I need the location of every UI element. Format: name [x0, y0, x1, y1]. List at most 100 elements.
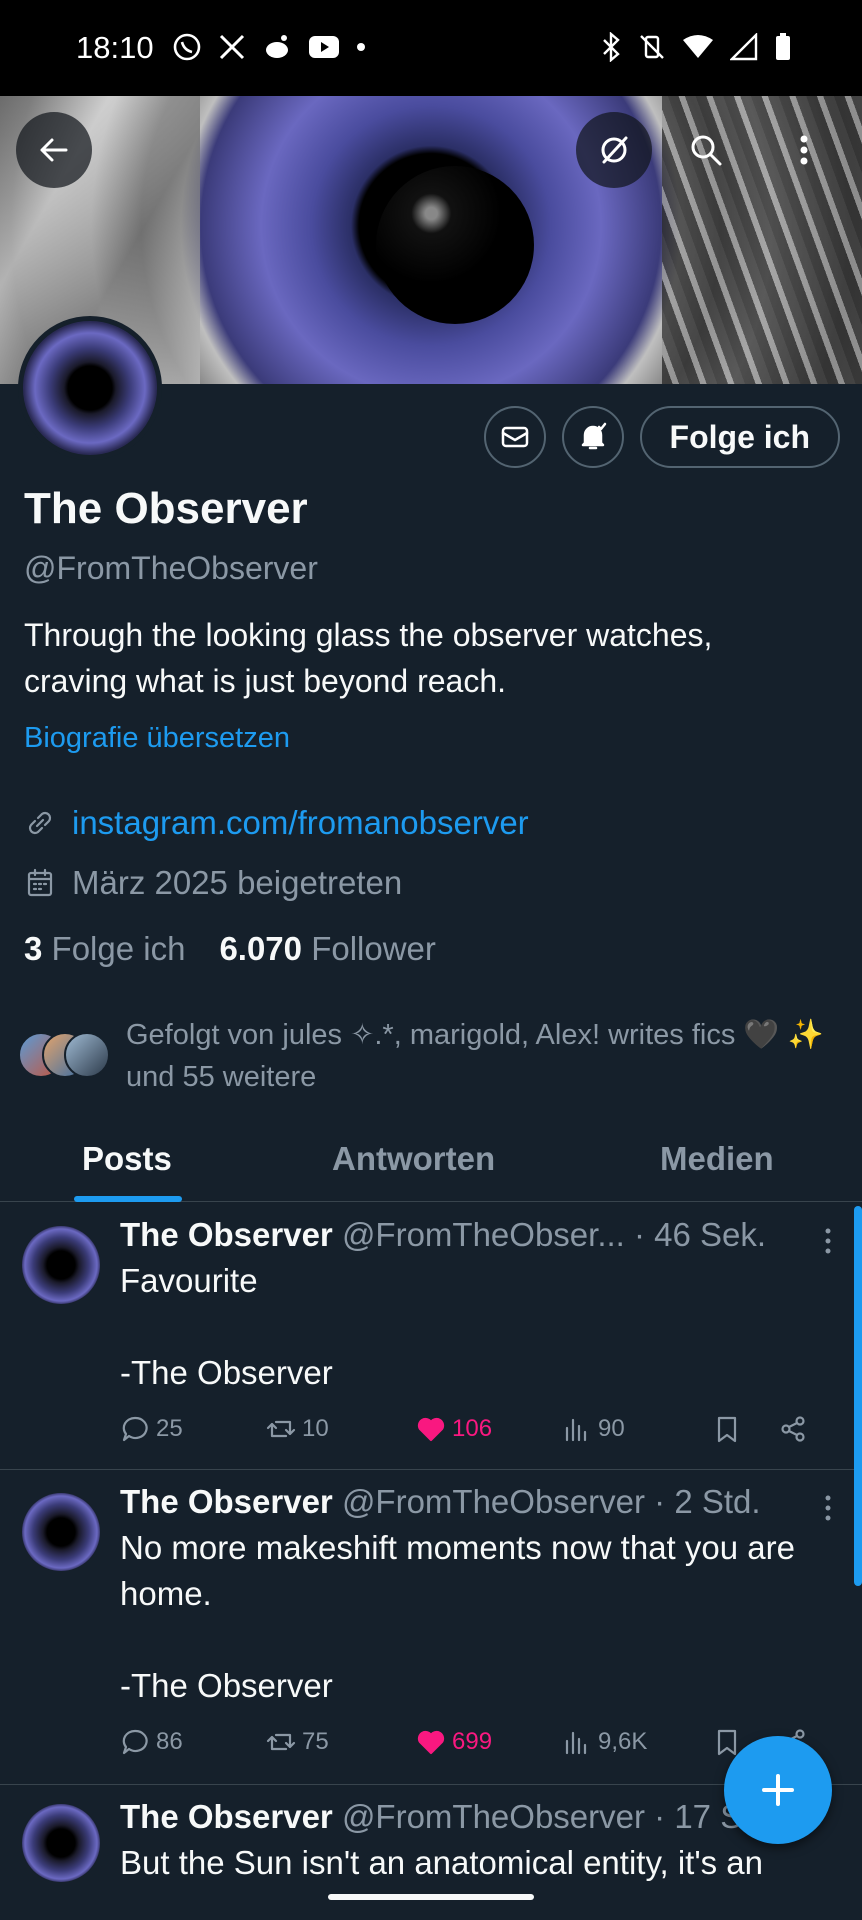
bell-check-icon [581, 422, 606, 450]
post-more-icon[interactable] [824, 1495, 832, 1521]
status-time: 18:10 [76, 30, 154, 65]
post-avatar[interactable] [22, 1804, 100, 1882]
reply-button[interactable]: 86 [120, 1727, 266, 1757]
x-icon [219, 34, 245, 60]
gesture-home-bar[interactable] [328, 1894, 534, 1900]
whatsapp-icon [173, 33, 201, 61]
views-icon [565, 1418, 587, 1442]
views-button[interactable]: 9,6K [562, 1727, 712, 1757]
post-time: · 2 Std. [654, 1483, 761, 1520]
post-avatar[interactable] [22, 1226, 100, 1304]
reply-button[interactable]: 25 [120, 1414, 266, 1444]
compose-post-button[interactable] [724, 1736, 832, 1844]
like-count: 106 [452, 1415, 493, 1442]
avatar [64, 1032, 110, 1078]
follow-button[interactable]: Folge ich [639, 406, 840, 468]
post-time: · 46 Sek. [634, 1216, 767, 1253]
profile-handle: @FromTheObserver [24, 550, 318, 586]
mail-icon [501, 426, 528, 448]
heart-filled-icon [417, 1417, 445, 1442]
view-count: 9,6K [598, 1728, 648, 1755]
post-header: The Observer @FromTheObserver · 2 Std. [120, 1483, 761, 1521]
post-author-name[interactable]: The Observer [120, 1798, 333, 1835]
dot-icon [357, 43, 365, 51]
profile-avatar[interactable] [18, 316, 162, 460]
post-avatar[interactable] [22, 1493, 100, 1571]
profile-link-row[interactable]: instagram.com/fromanobserver [24, 804, 529, 842]
joined-date: März 2025 beigetreten [72, 864, 403, 901]
tab-media[interactable]: Medien [660, 1140, 774, 1178]
back-button[interactable] [16, 112, 92, 188]
repost-button[interactable]: 75 [266, 1727, 416, 1757]
feed-toggle-button[interactable] [576, 112, 652, 188]
view-count: 90 [598, 1415, 625, 1442]
system-icons [600, 32, 792, 62]
joined-row: März 2025 beigetreten [24, 864, 402, 902]
post-actions: 86 75 699 9,6K [120, 1727, 832, 1757]
search-icon [691, 135, 722, 166]
following-stat[interactable]: 3 Folge ich [24, 930, 185, 968]
bluetooth-icon [603, 32, 620, 62]
notifications-button[interactable] [561, 406, 624, 468]
post-more-icon[interactable] [824, 1228, 832, 1254]
post-text: But the Sun isn't an anatomical entity, … [120, 1844, 764, 1881]
post[interactable]: The Observer @FromTheObser... · 46 Sek. … [0, 1204, 862, 1470]
follow-stats: 3 Folge ich 6.070 Follower [24, 930, 436, 968]
post-header: The Observer @FromTheObser... · 46 Sek. [120, 1216, 766, 1254]
message-button[interactable] [483, 406, 546, 468]
like-count: 699 [452, 1728, 493, 1755]
status-bar: 18:10 [0, 0, 862, 96]
translate-bio-link[interactable]: Biografie übersetzen [24, 722, 290, 755]
post[interactable]: The Observer @FromTheObserver · 2 Std. N… [0, 1471, 862, 1785]
profile-link[interactable]: instagram.com/fromanobserver [72, 804, 529, 842]
followers-stat[interactable]: 6.070 Follower [219, 930, 435, 968]
link-icon [28, 811, 52, 835]
post-actions: 25 10 106 90 [120, 1414, 832, 1444]
reply-icon [122, 1416, 148, 1442]
share-button[interactable] [778, 1414, 808, 1444]
repost-count: 75 [302, 1728, 329, 1755]
post-author-handle: @FromTheObser... [341, 1216, 625, 1253]
post-author-name[interactable]: The Observer [120, 1216, 333, 1253]
vibrate-off-icon [640, 35, 664, 59]
youtube-icon [309, 36, 339, 58]
repost-icon [266, 1733, 296, 1751]
post-text: Favourite -The Observer [120, 1262, 333, 1391]
battery-icon [776, 33, 790, 60]
views-button[interactable]: 90 [562, 1414, 712, 1444]
post-author-name[interactable]: The Observer [120, 1483, 333, 1520]
reddit-icon [266, 35, 288, 58]
post-text: No more makeshift moments now that you a… [120, 1529, 795, 1704]
post-author-handle: @FromTheObserver [341, 1483, 645, 1520]
share-icon [781, 1416, 805, 1442]
profile-actions: Folge ich [483, 406, 840, 468]
reply-count: 86 [156, 1728, 183, 1755]
like-button[interactable]: 106 [416, 1414, 562, 1444]
more-button[interactable] [766, 112, 842, 188]
followed-by-avatars [18, 1032, 114, 1080]
followed-by[interactable]: Gefolgt von jules ✧.*, marigold, Alex! w… [18, 1014, 856, 1098]
notification-icons [172, 32, 366, 62]
reply-count: 25 [156, 1415, 183, 1442]
repost-count: 10 [302, 1415, 329, 1442]
feed-off-icon [601, 136, 628, 164]
scrollbar[interactable] [854, 1206, 862, 1586]
bookmark-button[interactable] [712, 1414, 778, 1444]
signal-icon [730, 33, 758, 61]
repost-icon [266, 1420, 296, 1438]
profile-name: The Observer [24, 484, 308, 533]
plus-icon [762, 1774, 794, 1806]
tab-posts[interactable]: Posts [82, 1140, 172, 1178]
post-author-handle: @FromTheObserver [341, 1798, 645, 1835]
profile-bio: Through the looking glass the observer w… [24, 617, 713, 699]
repost-button[interactable]: 10 [266, 1414, 416, 1444]
profile-tabs: Posts Antworten Medien [0, 1126, 862, 1202]
like-button[interactable]: 699 [416, 1727, 562, 1757]
active-tab-indicator [74, 1196, 182, 1202]
banner-eye-pupil [376, 166, 534, 324]
search-button[interactable] [668, 112, 744, 188]
calendar-icon [27, 868, 53, 897]
tab-replies[interactable]: Antworten [332, 1140, 495, 1178]
more-vertical-icon [800, 135, 808, 165]
bookmark-icon [717, 1416, 737, 1443]
